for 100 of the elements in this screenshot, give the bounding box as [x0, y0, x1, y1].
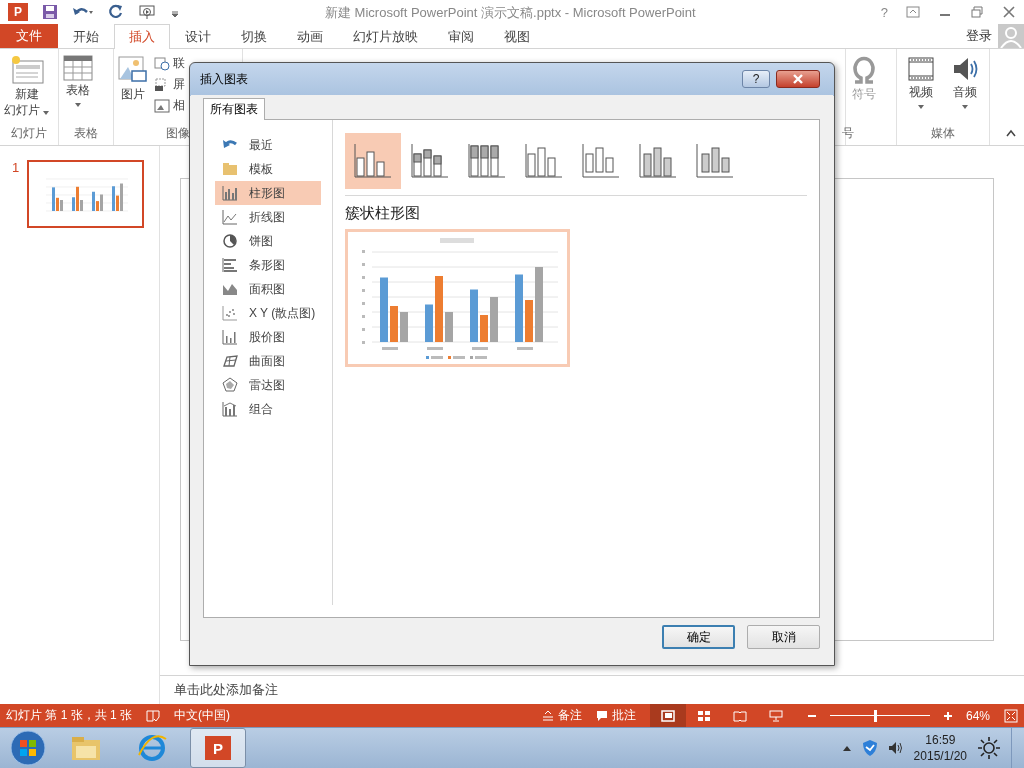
- zoom-slider-thumb[interactable]: [873, 709, 877, 722]
- chart-category-item[interactable]: 饼图: [215, 229, 321, 253]
- start-button[interactable]: [8, 729, 48, 767]
- ribbon-tab[interactable]: 动画: [282, 24, 338, 48]
- pie-chart-icon: [221, 232, 239, 250]
- slideshow-icon[interactable]: [138, 4, 156, 20]
- caret-icon: [918, 105, 924, 109]
- comment-icon: [595, 709, 608, 722]
- chart-category-item[interactable]: 曲面图: [215, 349, 321, 373]
- chart-category-item[interactable]: X Y (散点图): [215, 301, 321, 325]
- photo-album-button[interactable]: 相: [154, 97, 185, 114]
- app-logo: P: [8, 3, 28, 21]
- radar-chart-icon: [221, 376, 239, 394]
- new-slide-icon: [9, 55, 44, 85]
- ribbon-display-icon[interactable]: [906, 6, 920, 18]
- close-button[interactable]: [776, 70, 820, 88]
- ok-button[interactable]: 确定: [662, 625, 735, 649]
- stock-chart-icon: [221, 328, 239, 346]
- slide-thumbnail[interactable]: [27, 160, 145, 228]
- fit-slide-icon[interactable]: [1004, 708, 1018, 723]
- chart-category-item[interactable]: 折线图: [215, 205, 321, 229]
- redo-icon[interactable]: [108, 4, 124, 20]
- volume-icon[interactable]: [887, 740, 904, 756]
- photo-album-icon: [154, 98, 170, 113]
- chart-category-item[interactable]: 最近: [215, 133, 321, 157]
- audio-button[interactable]: 音频: [951, 53, 979, 125]
- clock-date: 2015/1/20: [913, 748, 967, 764]
- column-chart-icon: [221, 184, 239, 202]
- file-tab[interactable]: 文件: [0, 24, 58, 48]
- group-label: 号: [842, 125, 854, 142]
- save-icon[interactable]: [42, 4, 58, 20]
- zoom-slider[interactable]: [829, 708, 930, 723]
- chart-category-item[interactable]: 雷达图: [215, 373, 321, 397]
- close-icon[interactable]: [1002, 6, 1016, 18]
- caret-icon: [75, 103, 81, 107]
- table-icon: [63, 55, 93, 81]
- online-pictures-button[interactable]: 联: [154, 55, 185, 72]
- zoom-out-icon[interactable]: [807, 714, 816, 717]
- normal-view-icon[interactable]: [649, 704, 686, 727]
- folder-icon: [221, 160, 239, 178]
- help-button[interactable]: ?: [742, 70, 770, 88]
- scatter-chart-icon: [221, 304, 239, 322]
- chart-category-item[interactable]: 柱形图: [215, 181, 321, 205]
- sun-icon[interactable]: [977, 736, 1001, 760]
- surface-chart-icon: [221, 352, 239, 370]
- ribbon-tab[interactable]: 幻灯片放映: [338, 24, 433, 48]
- presentation-taskbar-icon[interactable]: P: [190, 728, 246, 768]
- ribbon-tab[interactable]: 切换: [226, 24, 282, 48]
- chart-category-item[interactable]: 面积图: [215, 277, 321, 301]
- video-button[interactable]: 视频: [907, 53, 935, 125]
- ribbon-tab[interactable]: 开始: [58, 24, 114, 48]
- omega-icon: [850, 55, 878, 85]
- caret-icon: [962, 105, 968, 109]
- chart-category-item[interactable]: 模板: [215, 157, 321, 181]
- dialog-title: 插入图表: [200, 70, 248, 88]
- group-label: 图像: [165, 125, 191, 142]
- chart-subtype-title: 簇状柱形图: [345, 204, 420, 223]
- spell-check-icon[interactable]: [146, 709, 161, 722]
- speaker-icon: [951, 55, 979, 83]
- ribbon-tab[interactable]: 视图: [489, 24, 545, 48]
- new-slide-button[interactable]: 新建 幻灯片: [4, 53, 50, 125]
- combo-chart-icon: [221, 400, 239, 418]
- chart-category-item[interactable]: 组合: [215, 397, 321, 421]
- ribbon-tab[interactable]: 审阅: [433, 24, 489, 48]
- dialog-tab[interactable]: 所有图表: [203, 98, 265, 120]
- comments-button[interactable]: 批注: [595, 707, 636, 724]
- language-status[interactable]: 中文(中国): [174, 707, 231, 724]
- restore-icon[interactable]: [970, 6, 984, 18]
- table-button[interactable]: 表格: [63, 53, 93, 125]
- close-icon: [791, 74, 805, 84]
- notes-button[interactable]: 备注: [541, 707, 582, 724]
- notes-placeholder[interactable]: 单击此处添加备注: [174, 681, 278, 699]
- caret-icon: [43, 110, 50, 115]
- sign-in-link[interactable]: 登录: [966, 27, 992, 45]
- chart-subtype-option[interactable]: [345, 133, 401, 189]
- zoom-level[interactable]: 64%: [965, 708, 990, 723]
- slide-count-text: 幻灯片 第 1 张，共 1 张: [6, 707, 133, 724]
- cancel-button[interactable]: 取消: [747, 625, 820, 649]
- show-hidden-icons-icon[interactable]: [841, 744, 852, 752]
- notes-icon: [541, 709, 554, 722]
- film-icon: [907, 55, 935, 83]
- shield-icon[interactable]: [861, 739, 878, 757]
- chart-category-item[interactable]: 条形图: [215, 253, 321, 277]
- zoom-in-icon[interactable]: [943, 711, 952, 720]
- collapse-ribbon-icon[interactable]: [1006, 129, 1016, 137]
- clock-time: 16:59: [925, 732, 956, 748]
- line-chart-icon: [221, 208, 239, 226]
- help-button[interactable]: ?: [880, 4, 888, 20]
- slide-number: 1: [12, 160, 20, 177]
- group-label: 媒体: [930, 125, 956, 142]
- ribbon-tab[interactable]: 设计: [170, 24, 226, 48]
- group-label: 表格: [73, 125, 99, 142]
- pictures-button[interactable]: 图片: [118, 53, 148, 125]
- screenshot-button[interactable]: 屏: [154, 76, 185, 93]
- ribbon-tab[interactable]: 插入: [114, 24, 170, 49]
- bar-chart-icon: [221, 256, 239, 274]
- chart-category-item[interactable]: 股价图: [215, 325, 321, 349]
- group-label: 幻灯片: [10, 125, 48, 142]
- picture-icon: [118, 55, 148, 85]
- window-title: 新建 Microsoft PowerPoint 演示文稿.pptx - Microsoft PowerPoint: [325, 4, 696, 22]
